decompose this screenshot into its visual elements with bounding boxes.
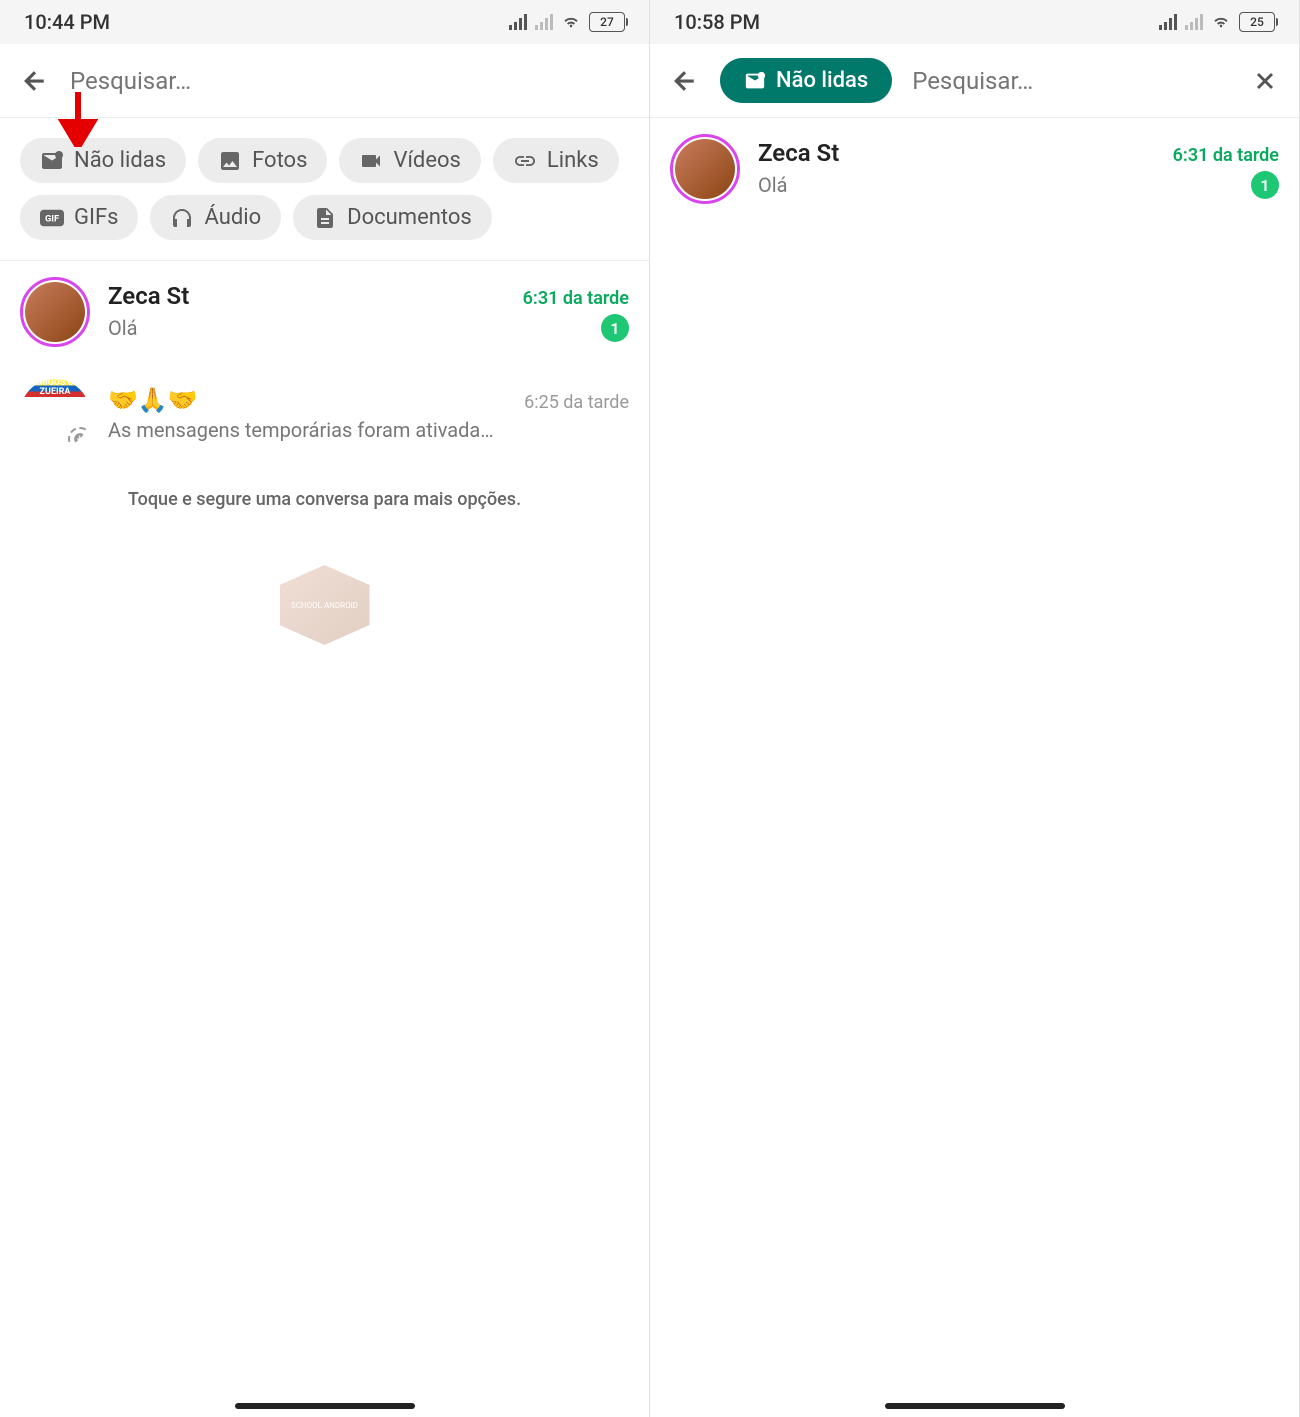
chat-message: Olá [108, 316, 138, 340]
status-time: 10:58 PM [674, 10, 760, 34]
status-icons: 27 [509, 12, 625, 32]
svg-text:GIF: GIF [45, 213, 59, 224]
unread-badge: 1 [1251, 171, 1279, 199]
chat-content: Zeca St 6:31 da tarde Olá 1 [758, 139, 1279, 199]
chat-item-zueira[interactable]: AMIGOS DE ZUEIRA 🤝🙏🤝 6:25 da tarde As me… [0, 363, 649, 465]
avatar[interactable] [20, 277, 90, 347]
photo-icon [218, 149, 242, 173]
battery-icon: 27 [589, 12, 625, 32]
timer-badge-icon [68, 427, 90, 449]
filter-chip-photos[interactable]: Fotos [198, 138, 327, 183]
unread-icon [40, 149, 64, 173]
back-button[interactable] [20, 66, 50, 96]
left-phone: 10:44 PM 27 Não lidas Fotos Vídeos [0, 0, 650, 1417]
status-bar: 10:58 PM 25 [650, 0, 1299, 44]
status-icons: 25 [1159, 12, 1275, 32]
search-input[interactable] [70, 67, 629, 95]
status-time: 10:44 PM [24, 10, 110, 34]
signal-icon-1 [509, 14, 527, 30]
link-icon [513, 149, 537, 173]
wifi-icon [561, 14, 581, 30]
filter-chip-videos[interactable]: Vídeos [339, 138, 480, 183]
chat-list: Zeca St 6:31 da tarde Olá 1 AMIGOS DE ZU… [0, 261, 649, 1417]
gif-icon: GIF [40, 206, 64, 230]
filter-chip-documents[interactable]: Documentos [293, 195, 492, 240]
avatar[interactable] [670, 134, 740, 204]
headphones-icon [170, 206, 194, 230]
video-icon [359, 149, 383, 173]
chat-name: Zeca St [758, 139, 839, 167]
signal-icon-2 [1185, 14, 1203, 30]
signal-icon-2 [535, 14, 553, 30]
chat-message: As mensagens temporárias foram ativada… [108, 418, 494, 442]
signal-icon-1 [1159, 14, 1177, 30]
chat-time: 6:31 da tarde [1173, 145, 1279, 166]
status-bar: 10:44 PM 27 [0, 0, 649, 44]
chat-message: Olá [758, 173, 788, 197]
chat-name: Zeca St [108, 282, 189, 310]
nav-handle[interactable] [235, 1403, 415, 1409]
chat-item-zeca[interactable]: Zeca St 6:31 da tarde Olá 1 [0, 261, 649, 363]
filter-chip-links[interactable]: Links [493, 138, 619, 183]
tutorial-arrow-icon [58, 92, 98, 147]
chat-list: Zeca St 6:31 da tarde Olá 1 [650, 118, 1299, 1417]
battery-icon: 25 [1239, 12, 1275, 32]
chat-item-zeca[interactable]: Zeca St 6:31 da tarde Olá 1 [650, 118, 1299, 220]
close-button[interactable] [1251, 67, 1279, 95]
chat-time: 6:31 da tarde [523, 288, 629, 309]
unread-badge: 1 [601, 314, 629, 342]
nav-handle[interactable] [885, 1403, 1065, 1409]
filter-chip-gifs[interactable]: GIF GIFs [20, 195, 138, 240]
chat-name: 🤝🙏🤝 [108, 386, 198, 414]
chat-content: 🤝🙏🤝 6:25 da tarde As mensagens temporári… [108, 386, 629, 442]
filter-chips: Não lidas Fotos Vídeos Links GIF GIFs Áu… [0, 118, 649, 261]
wifi-icon [1211, 14, 1231, 30]
chat-time: 6:25 da tarde [524, 392, 629, 413]
active-filter-chip[interactable]: Não lidas [720, 58, 892, 103]
search-input[interactable] [912, 67, 1231, 95]
filter-chip-audio[interactable]: Áudio [150, 195, 281, 240]
search-bar: Não lidas [650, 44, 1299, 118]
chat-content: Zeca St 6:31 da tarde Olá 1 [108, 282, 629, 342]
right-phone: 10:58 PM 25 Não lidas Zeca St 6:31 da t [650, 0, 1300, 1417]
back-button[interactable] [670, 66, 700, 96]
filter-chip-unread[interactable]: Não lidas [20, 138, 186, 183]
avatar[interactable]: AMIGOS DE ZUEIRA [20, 379, 90, 449]
hint-text: Toque e segure uma conversa para mais op… [0, 465, 649, 534]
document-icon [313, 206, 337, 230]
unread-icon [744, 70, 766, 92]
